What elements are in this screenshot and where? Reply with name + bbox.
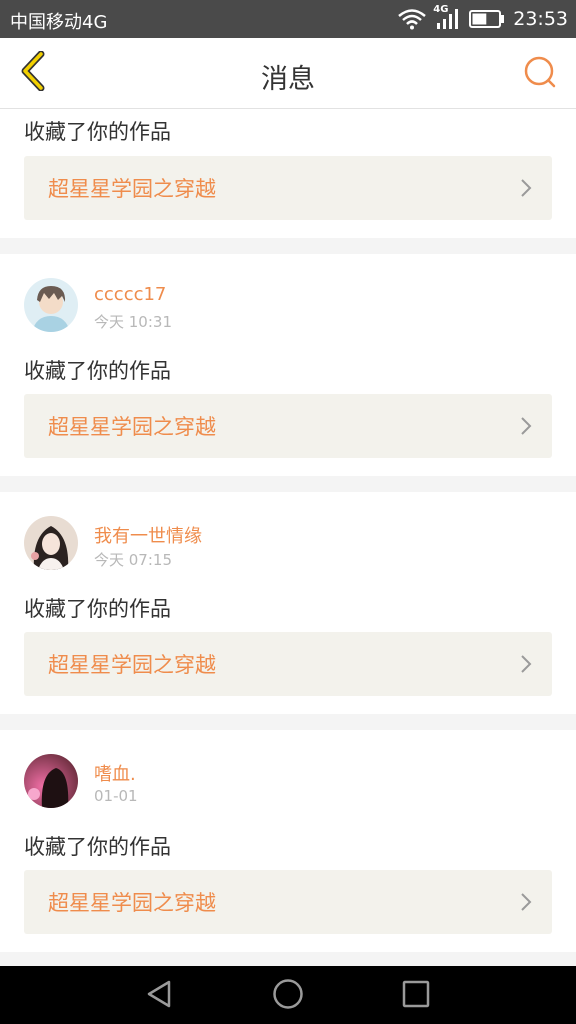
app-header: 消息 [0,38,576,109]
clock: 23:53 [513,8,568,30]
timestamp: 今天 10:31 [94,313,172,331]
status-icons: 4G 23:53 [397,4,568,32]
signal-icon: 4G [433,4,461,30]
triangle-back-icon [145,979,175,1013]
carrier-label: 中国移动4G [10,12,108,33]
work-title: 超星星学园之穿越 [48,177,216,201]
battery-icon [469,10,505,28]
chevron-right-icon [520,892,532,916]
page-title: 消息 [261,64,315,95]
notification-card: 收藏了你的作品 超星星学园之穿越 [0,109,576,238]
work-link[interactable]: 超星星学园之穿越 [24,394,552,458]
notification-card: 我有一世情缘 今天 07:15 收藏了你的作品 超星星学园之穿越 [0,492,576,714]
chevron-right-icon [520,416,532,440]
work-title: 超星星学园之穿越 [48,891,216,915]
chevron-right-icon [520,654,532,678]
timestamp: 今天 07:15 [94,551,172,569]
network-badge: 4G [433,4,449,15]
notification-action: 收藏了你的作品 [24,597,171,621]
notification-card: ccccc17 今天 10:31 收藏了你的作品 超星星学园之穿越 [0,254,576,476]
circle-home-icon [272,978,304,1014]
nav-back-button[interactable] [140,976,180,1016]
notification-list[interactable]: 收藏了你的作品 超星星学园之穿越 ccccc17 今天 10:31 收藏了你的作… [0,109,576,952]
system-nav-bar [0,966,576,1024]
square-recents-icon [401,979,431,1013]
work-title: 超星星学园之穿越 [48,415,216,439]
work-link[interactable]: 超星星学园之穿越 [24,632,552,696]
search-button[interactable] [518,52,562,96]
notification-action: 收藏了你的作品 [24,359,171,383]
nav-home-button[interactable] [268,976,308,1016]
work-link[interactable]: 超星星学园之穿越 [24,870,552,934]
timestamp: 01-01 [94,787,138,805]
username[interactable]: ccccc17 [94,284,166,305]
status-bar: 中国移动4G 4G 23:53 [0,0,576,38]
wifi-icon [397,8,427,30]
username[interactable]: 我有一世情缘 [94,522,202,548]
nav-recents-button[interactable] [396,976,436,1016]
notification-action: 收藏了你的作品 [24,835,171,859]
search-icon [522,54,558,94]
username[interactable]: 嗜血. [94,760,136,786]
avatar[interactable] [24,516,78,570]
work-title: 超星星学园之穿越 [48,653,216,677]
notification-card: 嗜血. 01-01 收藏了你的作品 超星星学园之穿越 [0,730,576,952]
chevron-right-icon [520,178,532,202]
avatar[interactable] [24,278,78,332]
work-link[interactable]: 超星星学园之穿越 [24,156,552,220]
notification-action: 收藏了你的作品 [24,120,171,144]
avatar[interactable] [24,754,78,808]
